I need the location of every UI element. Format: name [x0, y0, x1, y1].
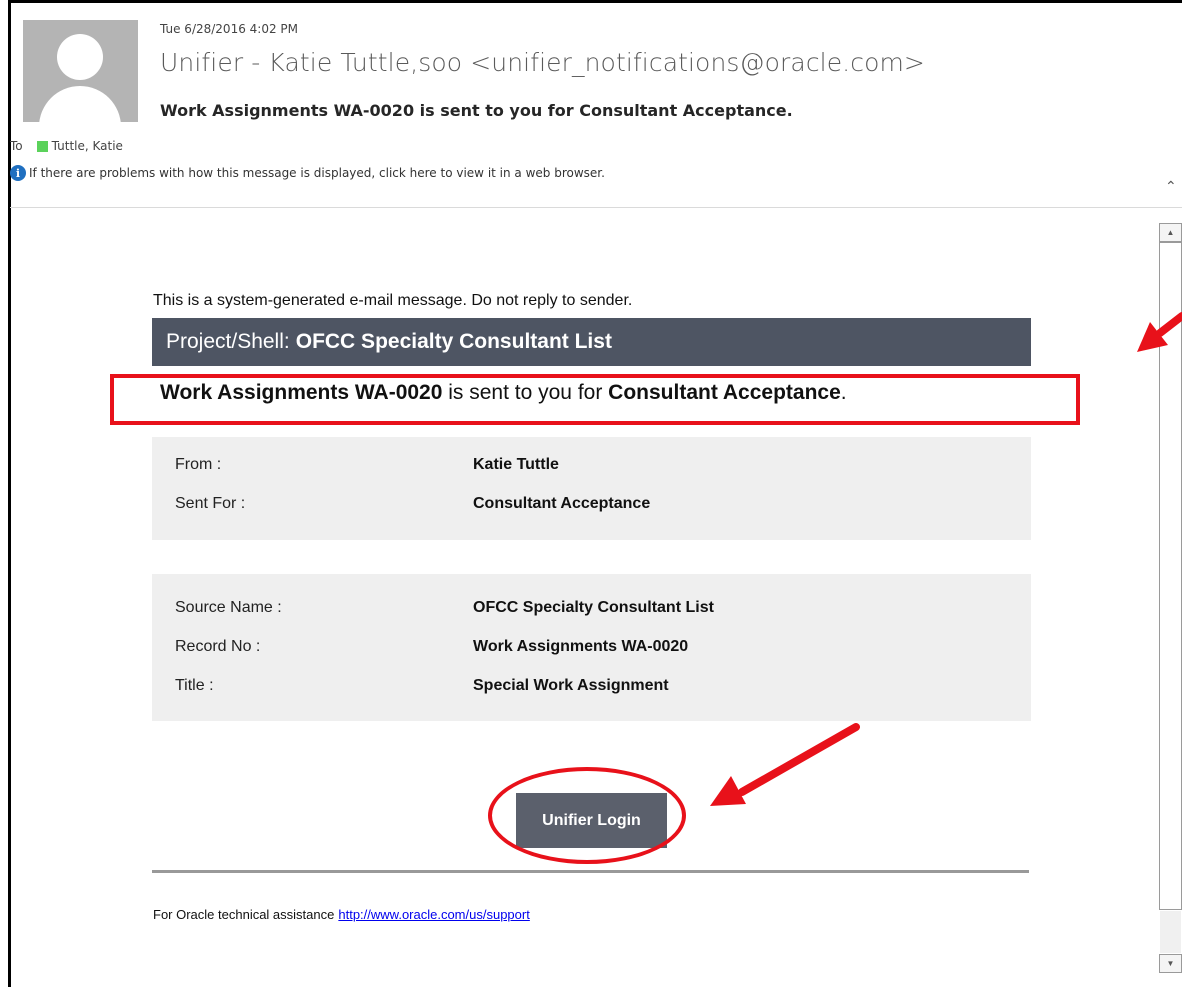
vertical-scrollbar[interactable]: ▲ ▼: [1159, 223, 1182, 973]
record-no-label: Record No :: [175, 638, 261, 655]
to-row: To Tuttle, Katie: [10, 139, 123, 153]
annotation-arrow-bottom: [710, 723, 860, 806]
info-bar-text[interactable]: If there are problems with how this mess…: [29, 166, 605, 180]
from-label: From :: [175, 456, 222, 473]
title-label: Title :: [175, 677, 214, 694]
scroll-down-arrow-icon[interactable]: ▼: [1159, 954, 1182, 973]
presence-square-icon: [36, 140, 48, 152]
scroll-up-arrow-icon[interactable]: ▲: [1159, 223, 1182, 242]
sender-avatar-icon: [23, 20, 138, 122]
header-divider: [10, 207, 1182, 208]
chevron-up-icon[interactable]: ⌃: [1165, 178, 1177, 195]
shell-name: OFCC Specialty Consultant List: [295, 330, 612, 353]
info-icon: i: [10, 165, 26, 181]
source-name-value: OFCC Specialty Consultant List: [473, 599, 714, 616]
annotation-red-box: [110, 374, 1080, 425]
from-value: Katie Tuttle: [473, 456, 559, 473]
scrollbar-thumb[interactable]: [1159, 242, 1182, 910]
info-bar[interactable]: i If there are problems with how this me…: [10, 165, 605, 181]
oracle-support-link[interactable]: http://www.oracle.com/us/support: [338, 907, 529, 922]
sender-details-block: [152, 437, 1031, 540]
message-subject: Work Assignments WA-0020 is sent to you …: [160, 101, 793, 120]
footer: For Oracle technical assistance http://ww…: [153, 907, 530, 922]
source-name-label: Source Name :: [175, 599, 282, 616]
footer-text: For Oracle technical assistance: [153, 907, 335, 922]
sent-for-label: Sent For :: [175, 495, 246, 512]
message-date: Tue 6/28/2016 4:02 PM: [160, 22, 299, 36]
system-message: This is a system-generated e-mail messag…: [153, 292, 633, 309]
scrollbar-track[interactable]: [1160, 911, 1181, 953]
window-frame-top: [8, 0, 1182, 3]
project-shell-bar: Project/Shell: OFCC Specialty Consultant…: [152, 318, 1031, 366]
footer-separator: [152, 870, 1029, 873]
record-no-value: Work Assignments WA-0020: [473, 638, 689, 655]
unifier-login-button[interactable]: Unifier Login: [516, 793, 667, 848]
title-value: Special Work Assignment: [473, 677, 669, 694]
recipient-name[interactable]: Tuttle, Katie: [52, 139, 123, 153]
message-sender[interactable]: Unifier - Katie Tuttle,soo <unifier_noti…: [160, 48, 925, 77]
shell-label: Project/Shell:: [166, 330, 290, 353]
sent-for-value: Consultant Acceptance: [473, 495, 651, 512]
to-label: To: [10, 139, 23, 153]
